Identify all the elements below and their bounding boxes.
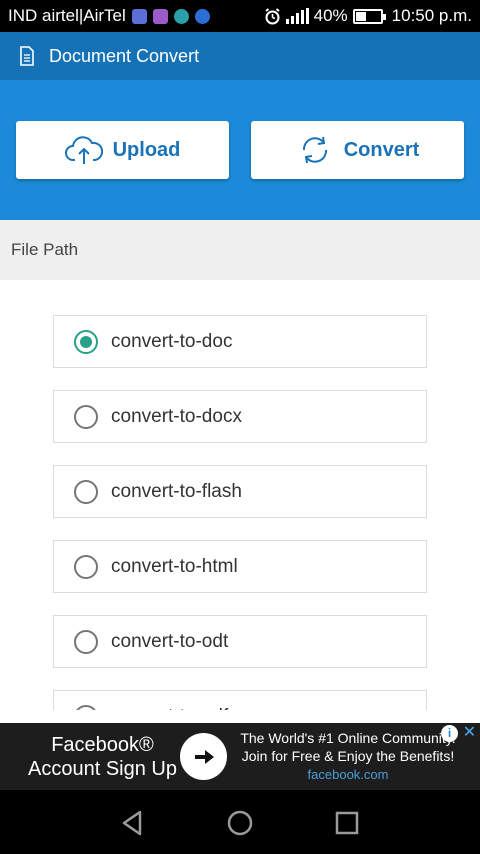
option-convert-to-flash[interactable]: convert-to-flash [53,465,427,518]
home-icon[interactable] [225,808,255,838]
cloud-upload-icon [64,136,103,164]
action-panel: Upload Convert [0,80,480,220]
radio-button[interactable] [74,554,98,579]
battery-percent: 40% [313,6,348,25]
convert-button[interactable]: Convert [251,121,464,179]
file-path-label: File Path [11,240,79,259]
back-icon[interactable] [118,808,148,838]
ad-banner[interactable]: Facebook® Account Sign Up The World's #1… [0,723,480,790]
photos-icon [152,8,168,24]
option-convert-to-odt[interactable]: convert-to-odt [53,615,427,668]
radio-button[interactable] [74,404,98,429]
sync-icon [194,8,210,24]
option-label: convert-to-flash [111,480,242,502]
radio-button[interactable] [74,629,98,654]
status-bar: IND airtel|AirTel 40% 10:50 p.m. [0,0,480,32]
sync-arrows-icon [302,136,327,164]
option-label: convert-to-pdf [111,706,228,711]
radio-button[interactable] [74,479,98,504]
option-label: convert-to-doc [111,330,233,352]
convert-label: Convert [343,138,420,161]
recents-icon[interactable] [332,808,362,838]
conversion-options-list[interactable]: convert-to-doc convert-to-docx convert-t… [0,280,480,710]
option-convert-to-doc[interactable]: convert-to-doc [53,315,427,368]
upload-label: Upload [112,138,181,161]
ad-text[interactable]: The World's #1 Online Community. Join fo… [234,729,462,784]
option-label: convert-to-html [111,555,238,577]
ad-close-icon[interactable]: ✕ [461,724,478,741]
ad-arrow-button[interactable] [180,733,227,780]
document-icon [20,46,34,66]
arrow-right-icon [194,749,214,764]
ad-domain: facebook.com [307,767,389,782]
clock: 10:50 p.m. [391,6,472,25]
ad-left-panel[interactable]: Facebook® Account Sign Up [0,723,205,790]
ad-headline-line2: Join for Free & Enjoy the Benefits! [241,748,455,764]
page-title: Document Convert [49,45,200,66]
signal-icon [285,8,309,24]
upload-button[interactable]: Upload [16,121,229,179]
settings-icon [173,8,189,24]
alarm-icon [265,7,280,24]
system-nav-bar [0,790,480,854]
option-label: convert-to-odt [111,630,229,652]
battery-icon [352,8,386,24]
gallery-icon [131,8,147,24]
ad-headline-line1: The World's #1 Online Community. [240,730,456,746]
radio-button[interactable] [74,704,98,710]
radio-button[interactable] [74,329,98,354]
option-convert-to-pdf[interactable]: convert-to-pdf [53,690,427,710]
app-bar: Document Convert [0,32,480,80]
option-convert-to-docx[interactable]: convert-to-docx [53,390,427,443]
ad-title-line2: Account Sign Up [28,757,177,780]
option-label: convert-to-docx [111,405,242,427]
ad-title-line1: Facebook® [51,733,154,756]
ad-info-icon[interactable]: i [441,725,458,742]
carrier-name: IND airtel|AirTel [8,6,126,25]
file-path-header: File Path [0,220,480,280]
option-convert-to-html[interactable]: convert-to-html [53,540,427,593]
